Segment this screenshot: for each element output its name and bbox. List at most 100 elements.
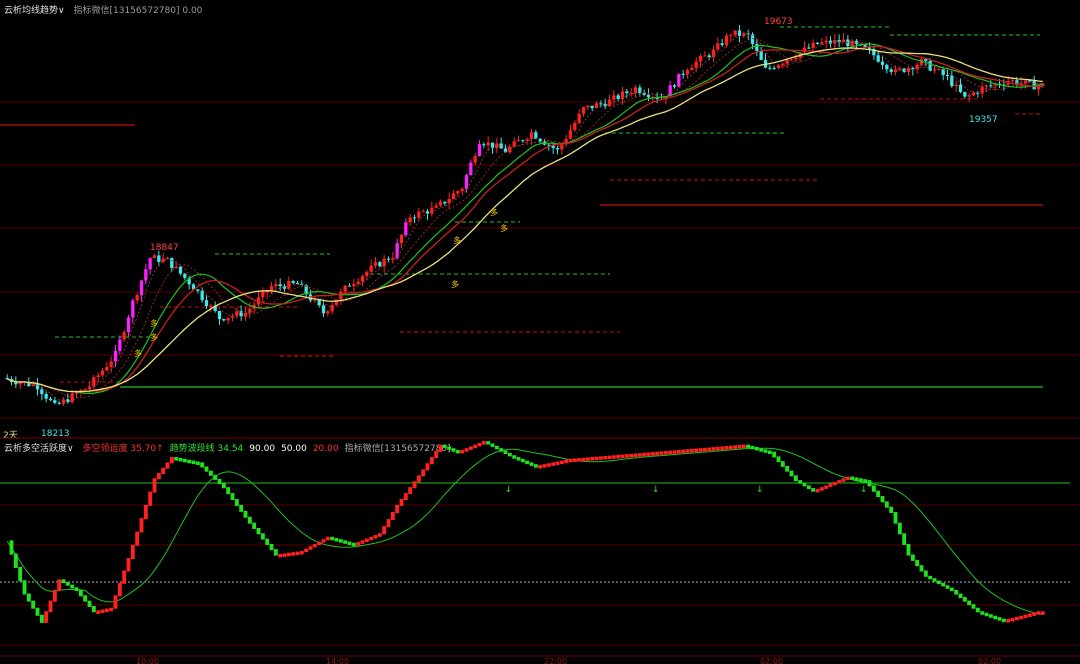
candle-body — [599, 103, 603, 105]
candle-body — [581, 107, 586, 114]
osc-activity-bar — [139, 518, 144, 533]
candle-body — [152, 255, 157, 259]
osc-activity-bar — [26, 593, 31, 602]
osc-activity-bar — [148, 491, 153, 506]
osc-activity-bar — [1036, 611, 1041, 615]
osc-activity-bar — [61, 579, 66, 584]
osc-activity-bar — [83, 595, 88, 602]
candle-body — [109, 361, 113, 367]
candle-body — [694, 61, 698, 68]
osc-activity-bar — [256, 527, 261, 535]
osc-activity-bar — [663, 451, 668, 455]
osc-activity-bar — [152, 478, 157, 493]
osc-activity-bar — [451, 448, 456, 452]
osc-activity-bar — [135, 531, 140, 546]
osc-activity-bar — [525, 460, 530, 465]
osc-activity-bar — [1010, 617, 1015, 622]
candle-body — [607, 99, 612, 107]
candle-body — [87, 386, 92, 389]
candle-body — [612, 95, 616, 100]
osc-activity-bar — [763, 449, 768, 453]
candle-body — [356, 281, 360, 284]
osc-activity-bar — [39, 614, 44, 623]
osc-activity-bar — [1014, 616, 1019, 621]
candle-body — [178, 266, 183, 274]
osc-activity-bar — [724, 446, 729, 450]
candle-body — [893, 69, 898, 72]
osc-activity-bar — [603, 455, 608, 460]
osc-activity-bar — [746, 444, 751, 449]
osc-activity-bar — [204, 466, 209, 472]
osc-activity-bar — [624, 454, 629, 458]
osc-activity-bar — [22, 580, 27, 595]
candle-body — [96, 375, 100, 378]
osc-activity-bar — [386, 519, 391, 528]
osc-activity-bar — [962, 597, 967, 602]
osc-activity-bar — [208, 470, 213, 476]
candle-body — [677, 73, 681, 87]
osc-activity-bar — [737, 444, 742, 449]
candle-body — [950, 75, 954, 87]
candle-body — [681, 73, 685, 75]
osc-activity-bar — [572, 458, 577, 462]
duo-marker: 多 — [453, 235, 461, 245]
osc-activity-bar — [13, 553, 18, 568]
osc-activity-bar — [243, 510, 248, 518]
osc-activity-bar — [239, 504, 244, 512]
candle-body — [200, 290, 204, 301]
osc-activity-bar — [828, 483, 833, 488]
osc-activity-bar — [9, 540, 14, 555]
candle-body — [295, 283, 300, 285]
candle-body — [456, 191, 460, 194]
osc-activity-bar — [143, 504, 148, 520]
osc-activity-bar — [711, 447, 716, 451]
osc-activity-bar — [390, 512, 395, 521]
osc-activity-bar — [455, 449, 460, 454]
candle-body — [144, 269, 148, 281]
candle-body — [932, 69, 937, 71]
candle-body — [438, 201, 443, 206]
osc-activity-bar — [854, 477, 859, 481]
ma-yellow-line — [6, 47, 1043, 393]
osc-activity-bar — [165, 462, 170, 469]
osc-activity-bar — [100, 609, 105, 613]
candle-body — [157, 255, 161, 262]
candle-body — [685, 70, 690, 75]
osc-activity-bar — [321, 539, 326, 543]
osc-activity-bar — [819, 487, 824, 491]
osc-activity-bar — [282, 553, 287, 557]
candle-body — [373, 262, 378, 266]
osc-activity-bar — [529, 462, 534, 466]
osc-activity-bar — [945, 585, 950, 589]
candle-body — [291, 281, 295, 284]
osc-activity-bar — [975, 607, 980, 613]
candle-body — [434, 205, 438, 208]
osc-activity-bar — [395, 504, 400, 513]
candle-body — [759, 50, 763, 60]
osc-activity-bar — [642, 452, 647, 457]
candle-body — [620, 91, 625, 99]
osc-activity-bar — [551, 462, 556, 466]
candle-body — [516, 140, 521, 142]
candle-body — [447, 199, 451, 204]
osc-activity-bar — [161, 467, 166, 474]
candle-body — [802, 47, 807, 53]
osc-activity-bar — [438, 444, 443, 452]
osc-activity-bar — [954, 590, 959, 595]
candle-body — [360, 276, 365, 282]
osc-activity-bar — [416, 475, 421, 483]
candle-body — [464, 175, 469, 189]
osc-activity-bar — [633, 453, 638, 457]
osc-activity-bar — [31, 600, 36, 609]
candle-body — [755, 43, 759, 51]
osc-activity-bar — [364, 538, 369, 543]
candle-body — [876, 55, 880, 62]
time-axis-label: 02:00 — [760, 657, 783, 664]
candle-body — [131, 300, 135, 318]
osc-activity-bar — [897, 522, 902, 535]
osc-activity-bar — [1006, 619, 1011, 623]
osc-activity-bar — [988, 614, 993, 618]
down-arrow-icon: ↓ — [756, 485, 764, 495]
candle-body — [716, 43, 720, 50]
osc-activity-bar — [685, 449, 690, 453]
